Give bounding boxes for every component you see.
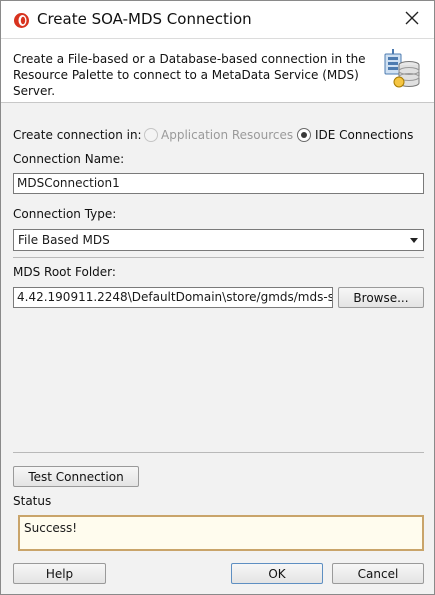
help-button[interactable]: Help xyxy=(13,563,106,584)
chevron-down-icon[interactable] xyxy=(410,238,418,243)
ide-connections-radio[interactable] xyxy=(297,128,311,142)
application-resources-radio[interactable] xyxy=(144,128,158,142)
mds-root-folder-input[interactable]: 4.42.190911.2248\DefaultDomain\store/gmd… xyxy=(13,287,333,308)
browse-button[interactable]: Browse... xyxy=(338,287,424,308)
title-bar: Create SOA-MDS Connection xyxy=(1,1,434,38)
cancel-button[interactable]: Cancel xyxy=(332,563,424,584)
header-description: Create a File-based or a Database-based … xyxy=(13,52,366,98)
status-text: Success! xyxy=(24,521,78,535)
status-label: Status xyxy=(13,494,52,508)
connection-type-select[interactable]: File Based MDS xyxy=(13,229,424,251)
ide-connections-label: IDE Connections xyxy=(315,128,414,142)
application-resources-label: Application Resources xyxy=(161,128,294,142)
ok-button[interactable]: OK xyxy=(231,563,323,584)
create-connection-in-label: Create connection in: xyxy=(13,128,142,142)
close-icon[interactable] xyxy=(405,11,419,28)
header-panel: Create a File-based or a Database-based … xyxy=(1,38,434,103)
connection-type-value: File Based MDS xyxy=(18,233,110,247)
connection-name-label: Connection Name: xyxy=(13,152,125,166)
mds-root-folder-label: MDS Root Folder: xyxy=(13,265,116,279)
status-output: Success! xyxy=(18,515,424,551)
dialog-window: Create SOA-MDS Connection Create a File-… xyxy=(0,0,435,595)
divider xyxy=(13,257,424,258)
oracle-icon xyxy=(13,12,30,29)
divider xyxy=(13,452,424,453)
test-connection-button[interactable]: Test Connection xyxy=(13,466,139,487)
connection-type-label: Connection Type: xyxy=(13,207,117,221)
close-button[interactable] xyxy=(389,3,434,36)
database-connection-icon xyxy=(382,48,422,90)
window-title: Create SOA-MDS Connection xyxy=(37,10,252,28)
connection-name-input[interactable]: MDSConnection1 xyxy=(13,173,424,194)
